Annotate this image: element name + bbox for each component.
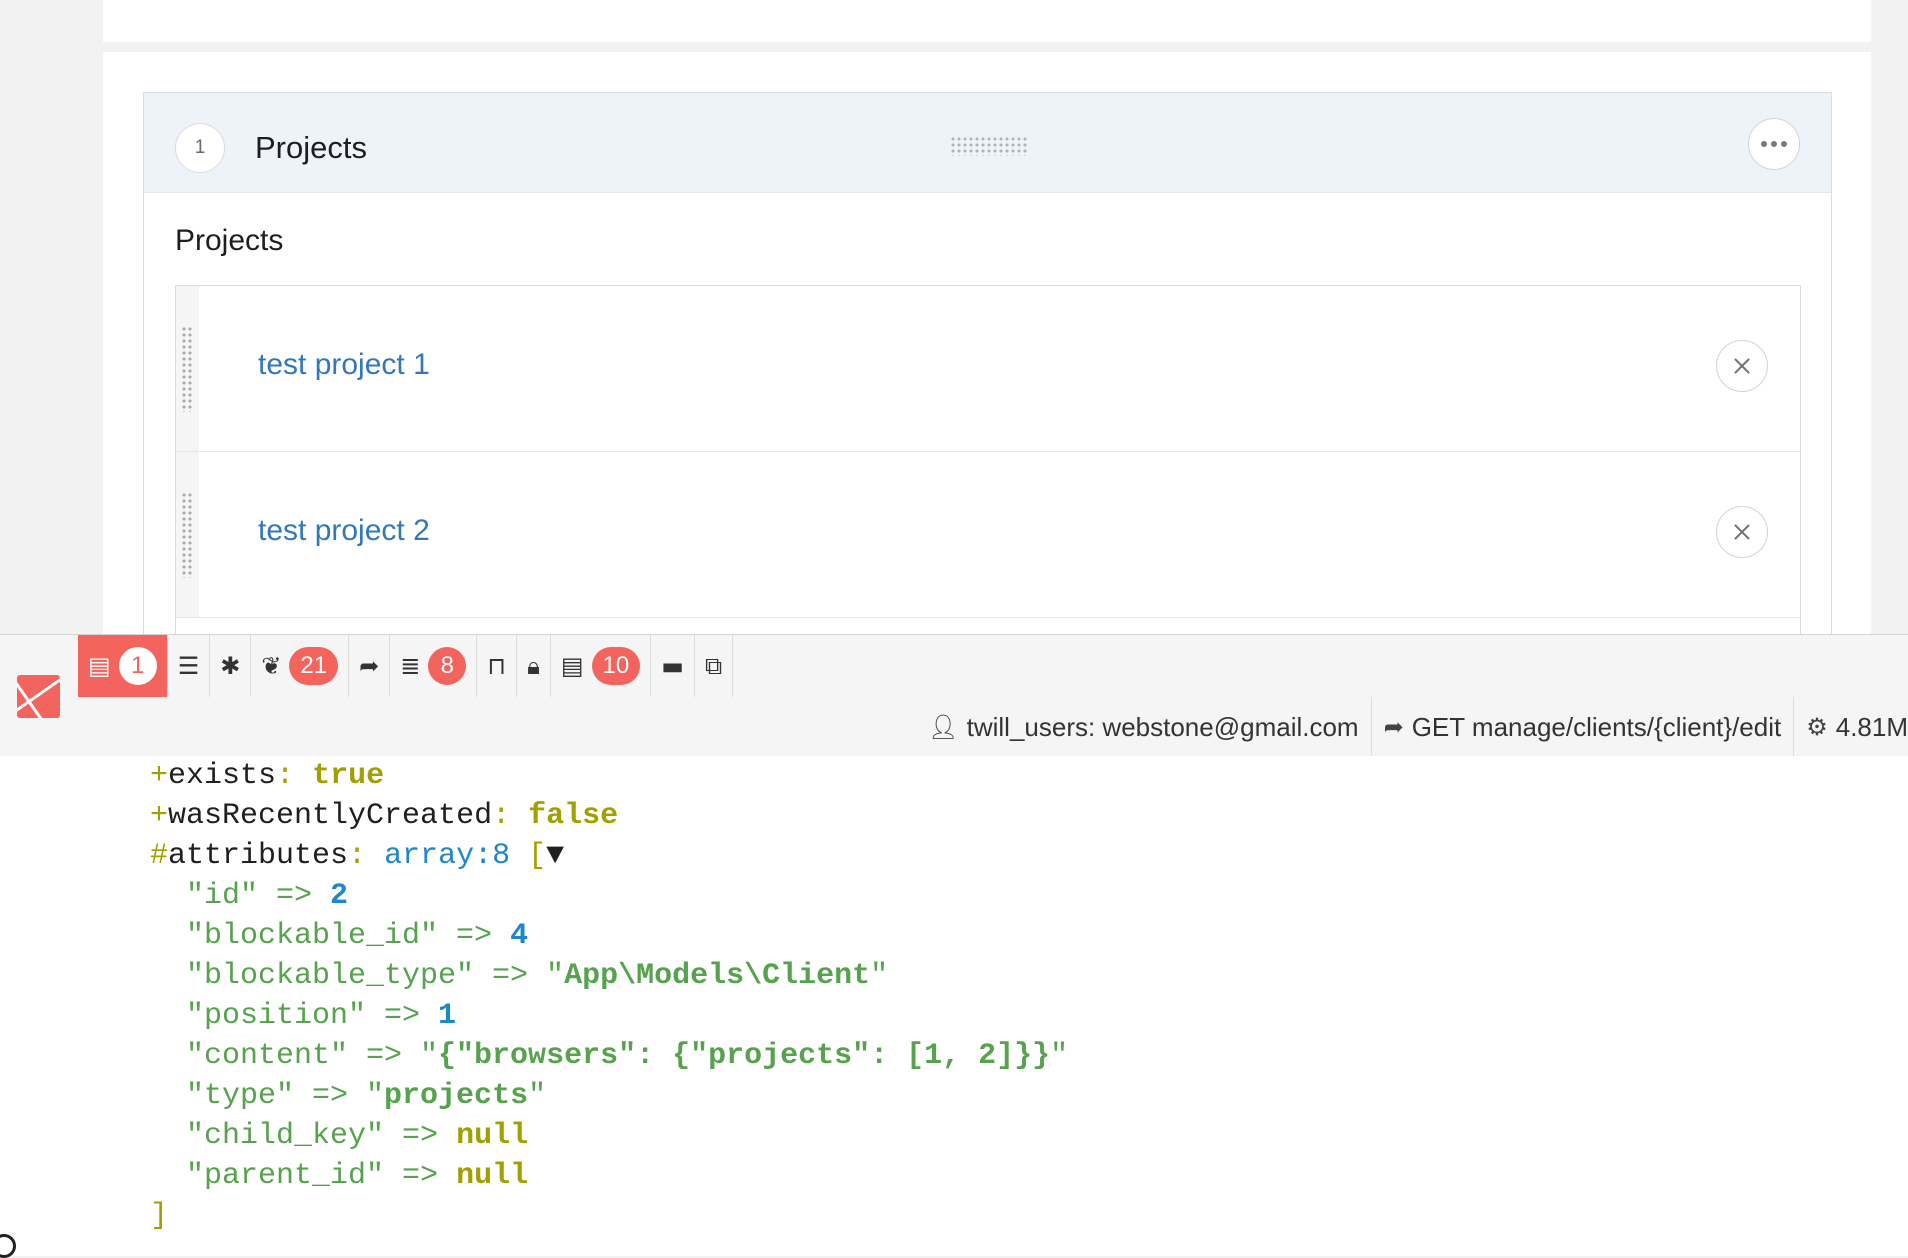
tab-exceptions[interactable]: ✱	[210, 635, 252, 697]
status-route-text: GET manage/clients/{client}/edit	[1411, 711, 1782, 742]
block-header: 1 Projects	[144, 93, 1831, 193]
dump-line-attributes[interactable]: #attributes: array:8 [▼	[150, 836, 564, 876]
gears-icon: ⚙	[1806, 713, 1828, 741]
admin-content-area: 1 Projects Projects test project 1 test …	[0, 0, 1908, 665]
tab-models[interactable]: ▤ 10	[551, 635, 652, 697]
lock-icon: 🔒︎	[527, 652, 540, 680]
browser-item-link[interactable]: test project 2	[258, 514, 430, 548]
remove-item-close-icon[interactable]	[1716, 506, 1768, 558]
bug-icon: ✱	[220, 652, 241, 680]
dump-attr-row: "id" => 2	[186, 879, 349, 913]
share-icon: ➦	[359, 652, 380, 680]
previous-section-card	[103, 0, 1871, 42]
block-more-options-button[interactable]	[1748, 118, 1800, 170]
tab-request[interactable]: ☰	[168, 635, 211, 697]
tab-badge: 10	[591, 647, 641, 685]
dump-attr-row: "content" => "{"browsers": {"projects": …	[186, 1039, 1069, 1073]
status-memory[interactable]: ⚙ 4.81M	[1794, 697, 1908, 757]
tab-session[interactable]: ▬	[651, 635, 695, 697]
dump-attr-row: "type" => "projects"	[186, 1079, 547, 1113]
projects-browser-list: test project 1 test project 2	[175, 285, 1801, 665]
laravel-debugbar: ▤ 1 ☰ ✱ ❦ 21 ➦ ≣ 8 ⊓ 🔒︎ ▤ 10 ▬ ⧉ 👤︎ twil…	[0, 634, 1908, 757]
inbox-icon: ⊓	[487, 652, 507, 680]
var-dump-output: +exists: true +wasRecentlyCreated: false…	[0, 756, 1908, 1258]
status-user[interactable]: 👤︎ twill_users: webstone@gmail.com	[916, 697, 1372, 757]
list-icon: ▤	[88, 652, 111, 680]
dump-line-exists: +exists: true	[150, 759, 385, 793]
item-drag-handle-icon[interactable]	[176, 452, 199, 617]
list-alt-icon: ▤	[560, 652, 584, 680]
tags-icon: ⧉	[704, 652, 723, 680]
tab-gate[interactable]: 🔒︎	[517, 635, 551, 697]
dump-attr-row: "child_key" => null	[186, 1119, 529, 1153]
projects-field-label: Projects	[175, 224, 284, 257]
item-drag-handle-icon[interactable]	[176, 286, 199, 451]
more-dots-icon	[1761, 141, 1767, 147]
tab-badge: 8	[428, 647, 467, 685]
remove-item-close-icon[interactable]	[1716, 340, 1768, 392]
dump-close-bracket: ]	[150, 1199, 169, 1233]
status-memory-text: 4.81M	[1835, 711, 1908, 742]
dump-attr-row: "blockable_id" => 4	[186, 919, 529, 953]
tab-mails[interactable]: ⊓	[477, 635, 518, 697]
tab-messages[interactable]: ▤ 1	[78, 635, 168, 697]
browser-item: test project 1	[176, 286, 1800, 452]
block-projects: 1 Projects Projects test project 1 test …	[143, 92, 1832, 665]
toggle-triangle-icon[interactable]: ▼	[546, 839, 564, 873]
clipped-glyph	[0, 1234, 16, 1258]
dump-attr-row: "blockable_type" => "App\Models\Client"	[186, 959, 889, 993]
share-icon: ➦	[1383, 713, 1404, 741]
dump-attr-row: "parent_id" => null	[186, 1159, 529, 1193]
dump-attr-row: "position" => 1	[186, 999, 457, 1033]
block-drag-handle-icon[interactable]	[950, 136, 1028, 156]
user-icon: 👤︎	[928, 713, 959, 741]
tab-views[interactable]: ❦ 21	[251, 635, 350, 697]
laravel-logo-icon[interactable]	[17, 675, 60, 718]
block-index-badge: 1	[175, 123, 225, 173]
database-icon: ≣	[400, 652, 421, 680]
tab-badge: 1	[118, 647, 157, 685]
browser-item-link[interactable]: test project 1	[258, 348, 430, 382]
browser-item: test project 2	[176, 452, 1800, 618]
block-title: Projects	[255, 130, 367, 165]
tab-badge: 21	[289, 647, 339, 685]
dump-line-was-recently-created: +wasRecentlyCreated: false	[150, 799, 619, 833]
debugbar-tabs: ▤ 1 ☰ ✱ ❦ 21 ➦ ≣ 8 ⊓ 🔒︎ ▤ 10 ▬ ⧉	[78, 635, 734, 697]
tab-route[interactable]: ➦	[349, 635, 391, 697]
debugbar-status: 👤︎ twill_users: webstone@gmail.com ➦ GET…	[916, 697, 1908, 757]
status-user-text: twill_users: webstone@gmail.com	[966, 711, 1359, 742]
server-icon: ☰	[177, 652, 200, 680]
status-route[interactable]: ➦ GET manage/clients/{client}/edit	[1372, 697, 1795, 757]
tab-queries[interactable]: ≣ 8	[390, 635, 478, 697]
leaf-icon: ❦	[261, 652, 282, 680]
archive-icon: ▬	[661, 652, 684, 680]
tab-tags[interactable]: ⧉	[695, 635, 734, 697]
